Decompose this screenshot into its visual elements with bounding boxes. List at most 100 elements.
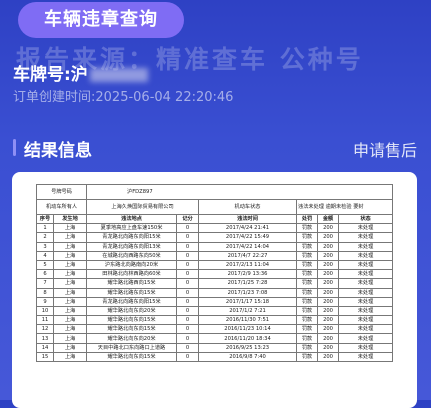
plate-row-value: 沪FDZ897 [86,184,394,200]
table-cell: 0 [176,296,200,307]
table-cell: 0 [176,287,200,298]
table-cell: 罚款 [296,278,319,289]
table-cell: 2016/11/20 18:34 [198,333,298,344]
table-cell: 200 [317,269,340,280]
table-cell: 2 [36,232,54,243]
table-cell: 上海 [52,232,88,243]
vehicle-violation-query-button[interactable]: 车辆违章查询 [18,2,184,38]
table-cell: 200 [317,232,340,243]
table-cell: 罚款 [296,250,319,261]
order-created-time: 订单创建时间:2025-06-04 22:20:46 [13,90,234,105]
table-cell: 罚款 [296,259,319,271]
table-cell: 罚款 [296,342,319,353]
table-cell: 12 [36,324,54,335]
table-cell: 未处理 [338,305,394,317]
table-cell: 青龙路北向路东向阳15米 [86,232,178,243]
section-title: 结果信息 [24,141,92,161]
table-cell: 上海 [52,351,88,363]
table-cell: 4 [36,250,54,261]
table-cell: 未处理 [338,324,394,335]
table-cell: 罚款 [296,269,319,280]
table-cell: 未处理 [338,250,394,261]
table-cell: 罚款 [296,315,319,326]
table-cell: 2017/1/17 15:18 [198,296,298,307]
table-row: 13 上海 耀华路北向东向20米 0 2016/11/20 18:34 罚款 200 未处理 [36,333,394,344]
table-cell: 未处理 [338,278,394,289]
table-cell: 5 [36,259,54,271]
table-row: 2 上海 青龙路北向路东向阳15米 0 2017/4/22 15:49 罚款 200 未处理 [36,232,394,243]
table-header-row: 序号 发生地 违法地点 记分 违法时间 处罚 金额 状态 [36,213,394,225]
table-cell: 0 [176,269,200,280]
table-cell: 2017/4/22 15:49 [198,232,298,243]
table-cell: 14 [36,342,54,353]
table-cell: 耀华路北路东向15米 [86,287,178,298]
table-cell: 8 [36,287,54,298]
table-cell: 未处理 [338,232,394,243]
table-cell: 200 [317,287,340,298]
table-cell: 200 [317,305,340,317]
column-header: 违法地点 [86,213,178,225]
table-cell: 2016/9/8 7:40 [198,351,298,363]
table-cell: 上海 [52,278,88,289]
plate-number: 车牌号:沪 [13,60,148,85]
table-cell: 200 [317,315,340,326]
table-cell: 罚款 [296,351,319,363]
plate-number-redaction [89,68,148,82]
table-cell: 上海 [52,342,88,353]
table-cell: 上海 [52,259,88,271]
table-cell: 0 [176,241,200,252]
table-cell: 夏季地高应上盘车速150米 [86,223,178,234]
table-cell: 200 [317,278,340,289]
table-cell: 200 [317,296,340,307]
table-cell: 13 [36,333,54,344]
table-cell: 2017/1/23 7:08 [198,287,298,298]
table-row: 1 上海 夏季地高应上盘车速150米 0 2017/4/24 21:41 罚款 200 未处理 [36,223,394,234]
table-cell: 0 [176,342,200,353]
table-cell: 9 [36,296,54,307]
table-cell: 2017/4/7 22:27 [198,250,298,261]
plate-row: 号牌号码 沪FDZ897 [35,184,394,200]
table-cell: 2017/1/25 7:28 [198,278,298,289]
column-header: 发生地 [52,213,88,225]
table-cell: 青龙路北向路东向阳13米 [86,241,178,252]
table-cell: 上海 [52,250,88,261]
table-cell: 耀华路北向东向20米 [86,305,178,317]
table-cell: 0 [176,305,200,317]
column-header: 处罚 [296,213,319,225]
table-cell: 200 [317,250,340,261]
table-row: 15 上海 耀华路北向东向15米 0 2016/9/8 7:40 罚款 200 未处理 [36,351,394,363]
table-cell: 未处理 [338,351,394,363]
table-cell: 0 [176,351,200,363]
section-accent-bar [13,139,16,156]
column-header: 记分 [176,213,200,225]
table-cell: 上海 [52,296,88,307]
apply-after-sale-button[interactable]: 申请售后 [353,137,417,161]
table-cell: 15 [36,351,54,363]
table-cell: 未处理 [338,296,394,307]
table-cell: 2017/4/22 14:04 [198,241,298,252]
owner-value: 上海久焕国际贸易有限公司 [86,199,200,215]
table-cell: 在城路北向西路东向50米 [86,250,178,261]
table-cell: 0 [176,324,200,335]
table-row: 9 上海 青龙路北向路东向阳15米 0 2017/1/17 15:18 罚款 200 未处理 [36,296,394,307]
table-cell: 0 [176,232,200,243]
column-header: 序号 [36,213,54,225]
table-cell: 200 [317,351,340,363]
table-row: 3 上海 青龙路北向路东向阳13米 0 2017/4/22 14:04 罚款 200 未处理 [36,241,394,252]
table-cell: 7 [36,278,54,289]
table-cell: 1 [36,223,54,234]
table-cell: 0 [176,315,200,326]
table-cell: 200 [317,259,340,271]
table-cell: 0 [176,278,200,289]
table-cell: 0 [176,259,200,271]
owner-label: 机动车所有人 [35,199,88,215]
table-cell: 未处理 [338,259,394,271]
table-cell: 11 [36,315,54,326]
table-cell: 2017/2/13 11:04 [198,259,298,271]
table-cell: 2016/11/23 10:14 [198,324,298,335]
table-cell: 罚款 [296,223,319,234]
table-cell: 上海 [52,223,88,234]
table-cell: 罚款 [296,333,319,344]
table-cell: 罚款 [296,324,319,335]
column-header: 违法时间 [198,213,298,225]
